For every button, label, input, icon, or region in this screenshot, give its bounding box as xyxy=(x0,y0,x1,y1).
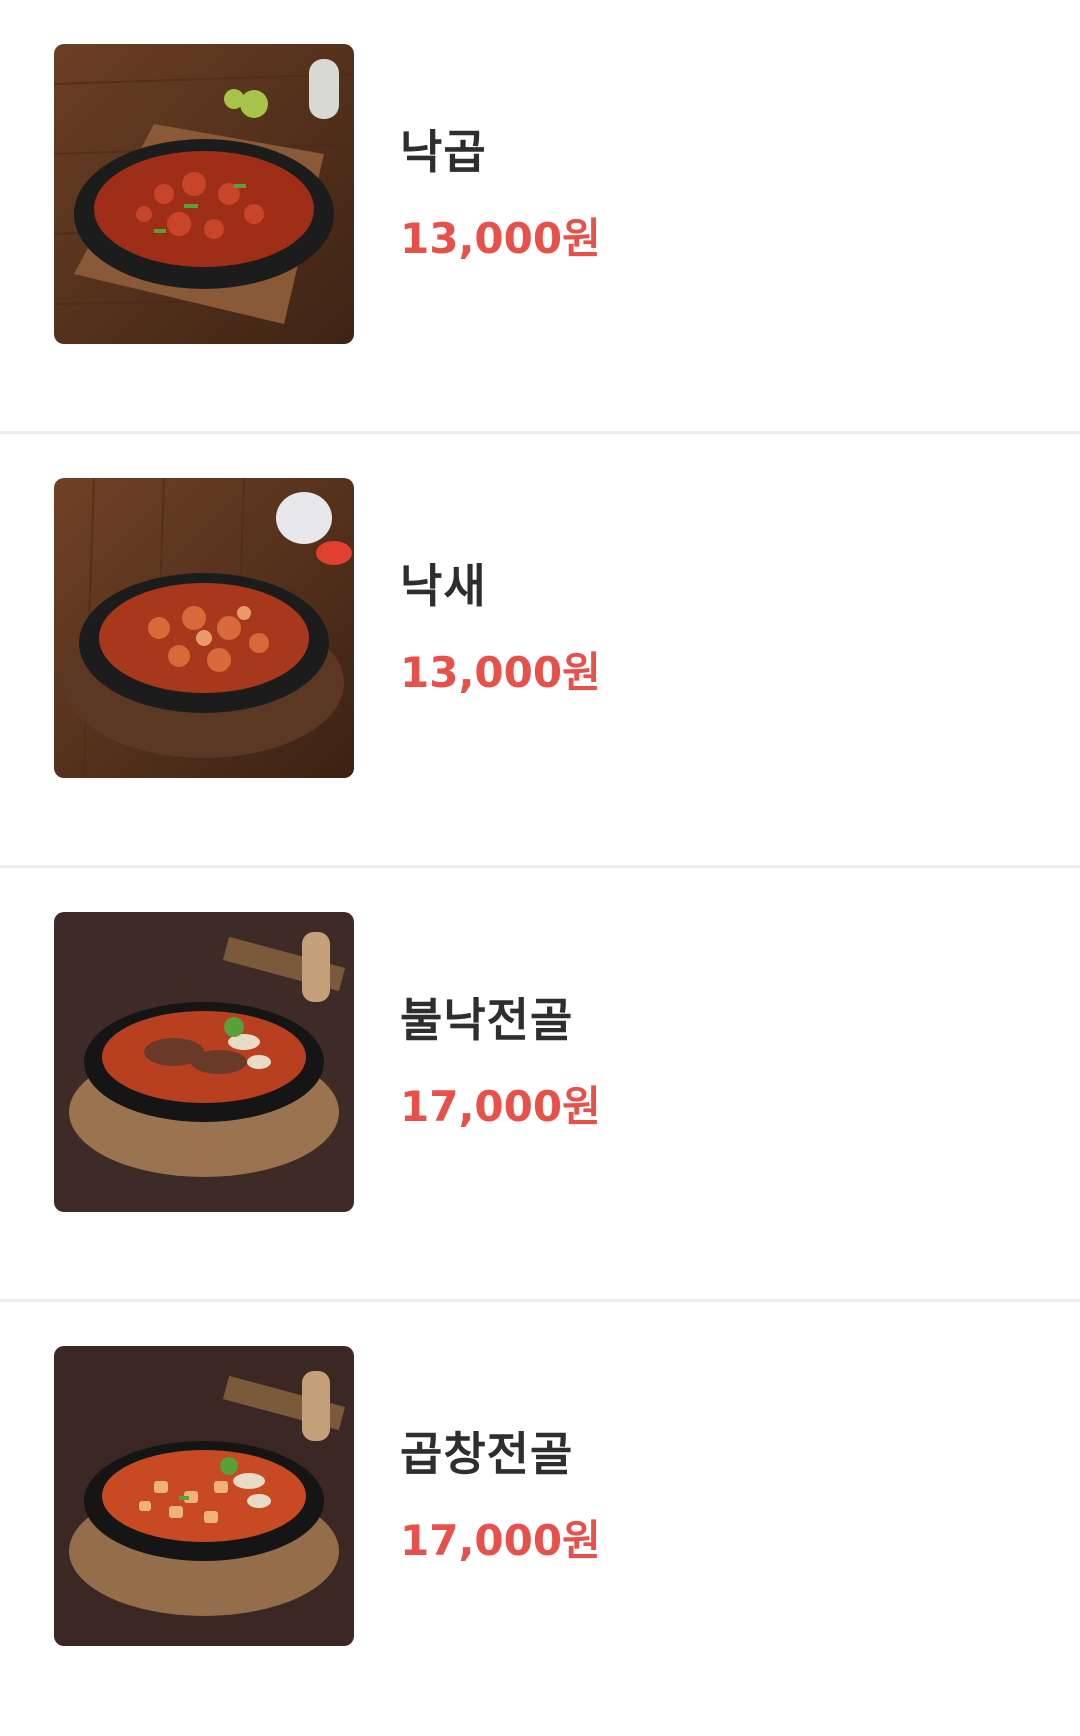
menu-item-naksae[interactable]: 낙새 13,000원 xyxy=(0,434,1080,868)
naksae-dish-image[interactable] xyxy=(54,478,354,778)
item-price: 13,000원 xyxy=(400,648,601,697)
item-name: 낙새 xyxy=(400,559,487,613)
item-name: 불낙전골 xyxy=(400,993,574,1047)
item-name: 곱창전골 xyxy=(400,1427,574,1481)
menu-item-gopchang-jeongol[interactable]: 곱창전골 17,000원 xyxy=(0,1302,1080,1736)
menu-list: 낙곱 13,000원 낙새 13,000원 불낙전골 17,000원 곱창전골 … xyxy=(0,0,1080,1736)
bulnak-jeongol-image[interactable] xyxy=(54,912,354,1212)
item-price: 17,000원 xyxy=(400,1516,601,1565)
item-price: 17,000원 xyxy=(400,1082,601,1131)
item-price: 13,000원 xyxy=(400,214,601,263)
gopchang-jeongol-image[interactable] xyxy=(54,1346,354,1646)
nakgop-dish-image[interactable] xyxy=(54,44,354,344)
menu-item-bulnak-jeongol[interactable]: 불낙전골 17,000원 xyxy=(0,868,1080,1302)
item-name: 낙곱 xyxy=(400,125,487,179)
menu-item-nakgop[interactable]: 낙곱 13,000원 xyxy=(0,0,1080,434)
